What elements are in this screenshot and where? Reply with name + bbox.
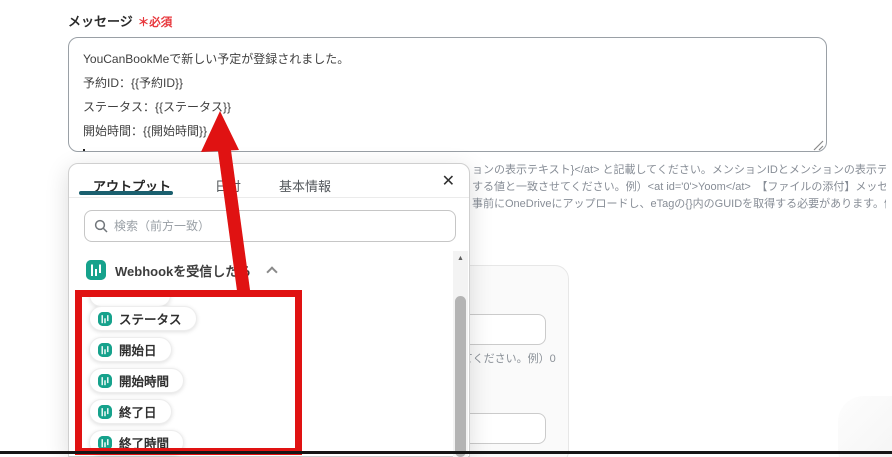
output-pill-status[interactable]: ステータス — [89, 306, 197, 331]
search-icon — [94, 219, 108, 233]
app-equalizer-icon — [98, 342, 112, 357]
close-icon[interactable]: ✕ — [442, 172, 455, 192]
tab-date[interactable]: 日付 — [215, 176, 241, 195]
text-cursor — [83, 149, 85, 151]
app-equalizer-icon — [98, 373, 112, 388]
textarea-cursor-line — [83, 143, 812, 151]
help-text-line: する値と一致させてください。例）<at id='0'>Yoom</at> 【ファ… — [472, 181, 886, 193]
pill-label: 終了日 — [119, 406, 157, 420]
app-equalizer-icon — [98, 404, 112, 419]
message-textarea[interactable]: YouCanBookMeで新しい予定が登録されました。 予約ID：{{予約ID}… — [68, 37, 827, 152]
scroll-up-icon[interactable]: ▲ — [453, 255, 468, 262]
textarea-line: ステータス：{{ステータス}} — [83, 100, 232, 114]
pill-label: 終了時間 — [119, 437, 170, 451]
active-tab-underline — [79, 191, 173, 195]
textarea-line: YouCanBookMeで新しい予定が登録されました。 — [83, 52, 350, 66]
tab-basic-info[interactable]: 基本情報 — [279, 176, 331, 195]
corner-widget — [838, 396, 892, 457]
help-text-line: 事前にOneDriveにアップロードし、eTagの{}内のGUIDを取得する必要… — [472, 198, 886, 210]
textarea-line: 予約ID：{{予約ID}} — [83, 76, 184, 90]
output-pill-start-date[interactable]: 開始日 — [89, 337, 172, 362]
output-pill-start-time[interactable]: 開始時間 — [89, 368, 185, 393]
pill-label: 開始時間 — [119, 375, 170, 389]
output-picker-popup: アウトプット 日付 基本情報 ✕ Webhookを受信したら — [68, 163, 470, 457]
scrollbar-thumb[interactable] — [455, 296, 466, 457]
help-text-line: ョンの表示テキスト}</at> と記載してください。メンションIDとメンションの… — [472, 164, 886, 176]
background-hint-text: てください。例）0 — [462, 353, 556, 365]
window-bottom-edge — [0, 451, 892, 454]
pill-label: 開始日 — [119, 344, 157, 358]
output-pill-end-date[interactable]: 終了日 — [89, 399, 172, 424]
required-badge: ＊必須 — [137, 17, 173, 29]
search-box[interactable] — [84, 210, 456, 242]
partial-output-pill[interactable] — [89, 292, 171, 307]
resize-handle-icon[interactable] — [812, 139, 825, 152]
textarea-line: 開始時間：{{開始時間}} — [83, 124, 208, 138]
tabs-divider — [69, 197, 469, 198]
search-input[interactable] — [114, 219, 446, 233]
pill-label: ステータス — [119, 313, 182, 327]
page: メッセージ ＊必須 YouCanBookMeで新しい予定が登録されました。 予約I… — [0, 0, 892, 457]
chevron-up-icon[interactable] — [266, 266, 278, 278]
popup-scrollbar[interactable]: ▲ — [453, 251, 468, 457]
section-title: Webhookを受信したら — [115, 263, 252, 279]
message-label-text: メッセージ — [68, 14, 133, 29]
app-equalizer-icon — [98, 311, 112, 326]
app-equalizer-icon — [86, 260, 106, 280]
output-section-header[interactable]: Webhookを受信したら — [86, 260, 278, 280]
app-equalizer-icon — [98, 435, 112, 450]
message-field-label: メッセージ ＊必須 — [68, 11, 172, 30]
